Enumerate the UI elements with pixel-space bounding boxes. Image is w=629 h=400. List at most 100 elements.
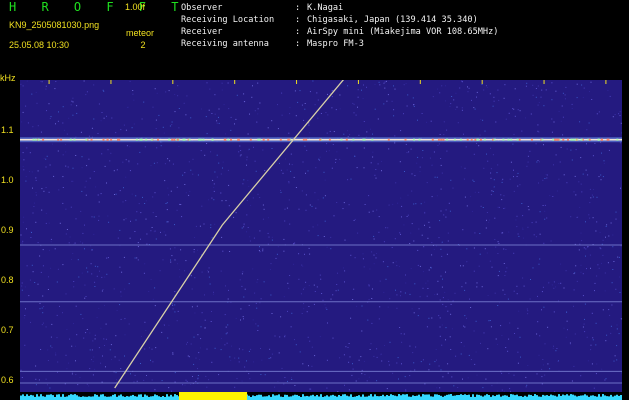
info-value: Chigasaki, Japan (139.414 35.340): [307, 15, 478, 25]
y-tick-label: 0.6: [1, 375, 14, 386]
info-row-antenna: Receiving antenna: Maspro FM-3: [181, 38, 498, 50]
carrier-speckle: [257, 138, 260, 141]
carrier-speckle: [474, 138, 477, 141]
baseline-strip: [20, 392, 622, 400]
carrier-speckle: [479, 138, 482, 141]
carrier-speckle: [90, 138, 93, 141]
app-title: H R O F F T: [9, 0, 188, 14]
carrier-speckle: [249, 138, 252, 141]
info-separator: :: [295, 39, 301, 49]
carrier-speckle: [69, 138, 72, 141]
carrier-speckle: [202, 138, 205, 141]
carrier-speckle: [183, 138, 186, 141]
info-separator: :: [295, 15, 301, 25]
carrier-speckle: [580, 138, 583, 141]
carrier-speckle: [507, 138, 510, 141]
carrier-speckle: [157, 138, 159, 141]
carrier-speckle: [459, 138, 462, 141]
carrier-speckle: [171, 138, 174, 141]
carrier-speckle: [588, 138, 591, 141]
carrier-speckle: [173, 138, 176, 141]
carrier-speckle: [279, 138, 282, 141]
carrier-speckle: [237, 138, 240, 141]
carrier-speckle: [371, 138, 374, 141]
info-row-observer: Observer: K.Nagai: [181, 2, 498, 14]
carrier-speckle: [510, 138, 513, 141]
carrier-speckle: [552, 138, 555, 141]
carrier-speckle: [110, 138, 113, 141]
carrier-speckle: [616, 138, 619, 141]
carrier-speckle: [466, 138, 469, 141]
carrier-speckle: [418, 138, 421, 141]
carrier-speckle: [541, 138, 544, 141]
carrier-speckle: [287, 138, 290, 141]
carrier-speckle: [32, 138, 35, 141]
info-row-location: Receiving Location: Chigasaki, Japan (139…: [181, 14, 498, 26]
y-tick-label: 1.0: [1, 174, 14, 185]
carrier-speckle: [305, 138, 308, 141]
carrier-speckle: [223, 138, 226, 141]
y-tick-label: 0.9: [1, 224, 14, 235]
carrier-speckle: [106, 138, 109, 141]
carrier-speckle: [340, 138, 343, 141]
carrier-speckle: [102, 138, 105, 141]
version-label: 1.00f: [125, 2, 146, 12]
carrier-speckle: [176, 138, 179, 141]
carrier-speckle: [476, 138, 479, 141]
y-tick-label: 0.8: [1, 275, 14, 286]
carrier-speckle: [431, 138, 434, 141]
carrier-speckle: [437, 138, 440, 141]
carrier-speckle: [140, 138, 143, 141]
info-separator: :: [295, 3, 301, 13]
carrier-speckle: [42, 138, 45, 141]
carrier-speckle: [135, 138, 138, 141]
carrier-speckle: [168, 138, 171, 141]
carrier-speckle: [518, 138, 521, 141]
carrier-speckle: [267, 138, 270, 141]
baseline-burst: [179, 392, 248, 400]
carrier-speckle: [57, 138, 60, 141]
carrier-speckle: [345, 138, 348, 141]
carrier-speckle: [262, 138, 265, 141]
carrier-speckle: [606, 138, 609, 141]
info-value: K.Nagai: [307, 3, 344, 13]
carrier-speckle: [502, 138, 505, 141]
carrier-speckle: [442, 138, 445, 141]
carrier-speckle: [328, 138, 331, 141]
noise-texture: [20, 80, 622, 392]
info-label: Receiving Location: [181, 15, 275, 25]
meteor-trace: [114, 80, 345, 389]
file-name: KN9_2505081030.png: [9, 20, 100, 30]
carrier-speckle: [188, 138, 191, 141]
carrier-speckle: [145, 138, 148, 141]
y-axis-unit: kHz: [0, 73, 16, 83]
carrier-speckle: [567, 138, 569, 141]
info-label: Receiving antenna: [181, 39, 269, 49]
carrier-speckle: [597, 138, 600, 141]
carrier-speckle: [352, 138, 355, 141]
baseline-plot: [20, 392, 622, 400]
carrier-speckle: [85, 138, 88, 141]
y-tick-label: 0.7: [1, 325, 14, 336]
carrier-speckle: [493, 138, 496, 141]
carrier-speckle: [150, 138, 153, 141]
carrier-speckle: [446, 138, 449, 141]
info-label: Observer: [181, 3, 223, 13]
info-value: Maspro FM-3: [307, 39, 364, 49]
info-value: AirSpy mini (Miakejima VOR 108.65MHz): [307, 27, 499, 37]
carrier-speckle: [404, 138, 407, 141]
spectrogram: [20, 80, 622, 392]
carrier-speckle: [570, 138, 573, 141]
mode-label: meteor: [125, 28, 154, 38]
date-time: 25.05.08 10:30: [9, 40, 70, 50]
y-tick-label: 1.1: [1, 124, 14, 135]
carrier-speckle: [413, 138, 415, 141]
carrier-speckle: [37, 138, 40, 141]
carrier-speckle: [319, 138, 322, 141]
spectrogram-plot: [20, 80, 622, 392]
carrier-speckle: [60, 138, 63, 141]
carrier-speckle: [516, 138, 519, 141]
carrier-speckle: [440, 138, 443, 141]
carrier-speckle: [118, 138, 121, 141]
carrier-speckle: [530, 138, 533, 141]
